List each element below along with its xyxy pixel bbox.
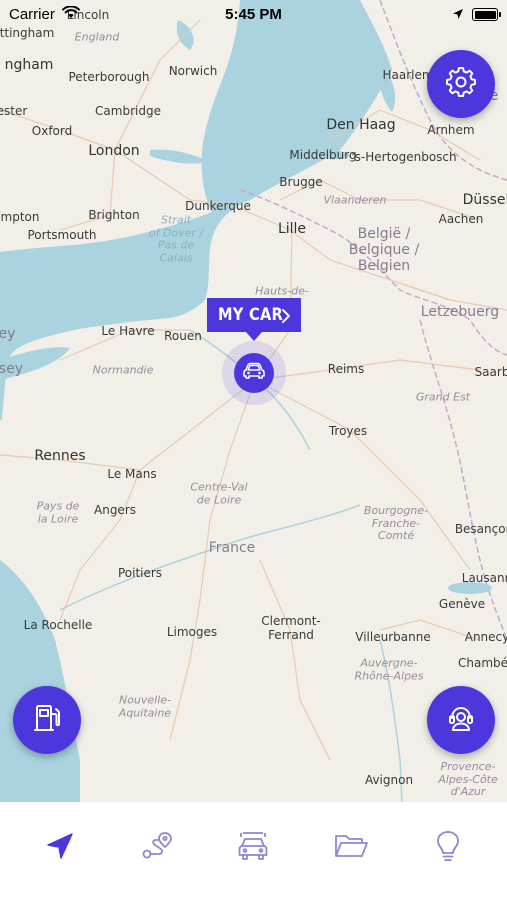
- map-label: Brighton: [88, 208, 140, 222]
- map-label: Oxford: [31, 124, 73, 138]
- tab-bar: [0, 802, 507, 900]
- map-label: La Rochelle: [23, 618, 93, 632]
- map-label: mpton: [0, 210, 40, 224]
- my-car-callout[interactable]: MY CAR: [207, 298, 301, 341]
- map-label: Aachen: [438, 212, 484, 226]
- map-label: Reims: [327, 362, 365, 376]
- tab-documents[interactable]: [331, 828, 371, 868]
- map-label: Haarlem: [382, 68, 434, 82]
- map-label: Avignon: [364, 773, 414, 787]
- map-label: Letzebuerg: [420, 304, 500, 320]
- map-label: Pays de la Loire: [36, 499, 80, 525]
- tab-trips[interactable]: [136, 828, 176, 868]
- map-label: ey: [0, 326, 16, 342]
- tab-navigation[interactable]: [40, 828, 80, 868]
- map-label: sey: [0, 361, 24, 377]
- map-label: Vlaanderen: [323, 193, 387, 207]
- map-label: Cambridge: [95, 104, 161, 118]
- map-label: Chambé: [457, 656, 507, 670]
- map-label: Le Mans: [107, 467, 157, 481]
- map-label: 's-Hertogenbosch: [351, 150, 457, 164]
- map-label: England: [74, 30, 120, 44]
- callout-pointer: [246, 332, 262, 341]
- assistance-button[interactable]: [427, 686, 495, 754]
- tab-vehicle[interactable]: [233, 828, 273, 868]
- chevron-right-icon: [281, 308, 291, 329]
- status-bar: Carrier 5:45 PM: [0, 0, 507, 28]
- status-time: 5:45 PM: [225, 6, 282, 23]
- map-label: Normandie: [92, 363, 154, 377]
- map-label: Lausann: [461, 571, 507, 585]
- folder-icon: [333, 831, 369, 866]
- map-label: ester: [0, 104, 28, 118]
- map-label: France: [208, 540, 256, 556]
- location-services-icon: [452, 7, 464, 25]
- map-label: Nouvelle- Aquitaine: [118, 693, 172, 719]
- my-car-label: MY CAR: [218, 305, 284, 325]
- map-label: Troyes: [328, 424, 368, 438]
- map-label: Lille: [277, 221, 307, 237]
- map-label: België / Belgique / Belgien: [348, 225, 420, 275]
- map-label: Den Haag: [326, 117, 396, 133]
- route-icon: [139, 829, 173, 868]
- tab-tips[interactable]: [428, 828, 468, 868]
- map-label: Rouen: [164, 329, 202, 343]
- lightbulb-icon: [434, 829, 462, 868]
- map-label: Brugge: [279, 175, 323, 189]
- map-label: Peterborough: [68, 70, 150, 84]
- map-label: Villeurbanne: [355, 630, 431, 644]
- map-label: Clermont- Ferrand: [261, 614, 321, 642]
- map-label: Bourgogne- Franche- Comté: [363, 504, 429, 543]
- map-label: Annecy: [464, 630, 507, 644]
- map-label: Genève: [438, 597, 486, 611]
- map-label: Grand Est: [415, 390, 471, 404]
- battery-icon: [472, 8, 501, 21]
- map-label: Norwich: [168, 64, 218, 78]
- map-label: Düssel: [462, 192, 507, 208]
- car-icon: [242, 361, 266, 386]
- map-label: Arnhem: [427, 123, 475, 137]
- map-label: Besançon: [454, 522, 507, 536]
- map-label: Provence- Alpes-Côte d'Azur: [438, 760, 498, 799]
- map-label: Rennes: [34, 448, 86, 464]
- map-label: Portsmouth: [27, 228, 97, 242]
- map-label: Centre-Val de Loire: [190, 480, 248, 506]
- map-label: Strait of Dover / Pas de Calais: [148, 213, 204, 265]
- map-label: Angers: [94, 503, 136, 517]
- fuel-stations-button[interactable]: [13, 686, 81, 754]
- gear-icon: [446, 66, 476, 102]
- headset-icon: [445, 702, 477, 739]
- map-label: ngham: [4, 57, 54, 73]
- car-location-marker[interactable]: [234, 353, 274, 393]
- map-label: Dunkerque: [185, 199, 251, 213]
- map-label: London: [88, 143, 140, 159]
- fuel-pump-icon: [31, 702, 63, 739]
- map-label: Poitiers: [117, 566, 163, 580]
- map-label: Limoges: [166, 625, 218, 639]
- map-label: Auvergne- Rhône-Alpes: [354, 656, 424, 682]
- car-icon: [236, 829, 270, 868]
- map-label: Middelburg: [289, 148, 357, 162]
- map-label: Le Havre: [101, 324, 155, 338]
- navigation-arrow-icon: [44, 830, 76, 867]
- map-label: ttingham: [0, 26, 55, 40]
- map-label: Saarb: [474, 365, 507, 379]
- settings-button[interactable]: [427, 50, 495, 118]
